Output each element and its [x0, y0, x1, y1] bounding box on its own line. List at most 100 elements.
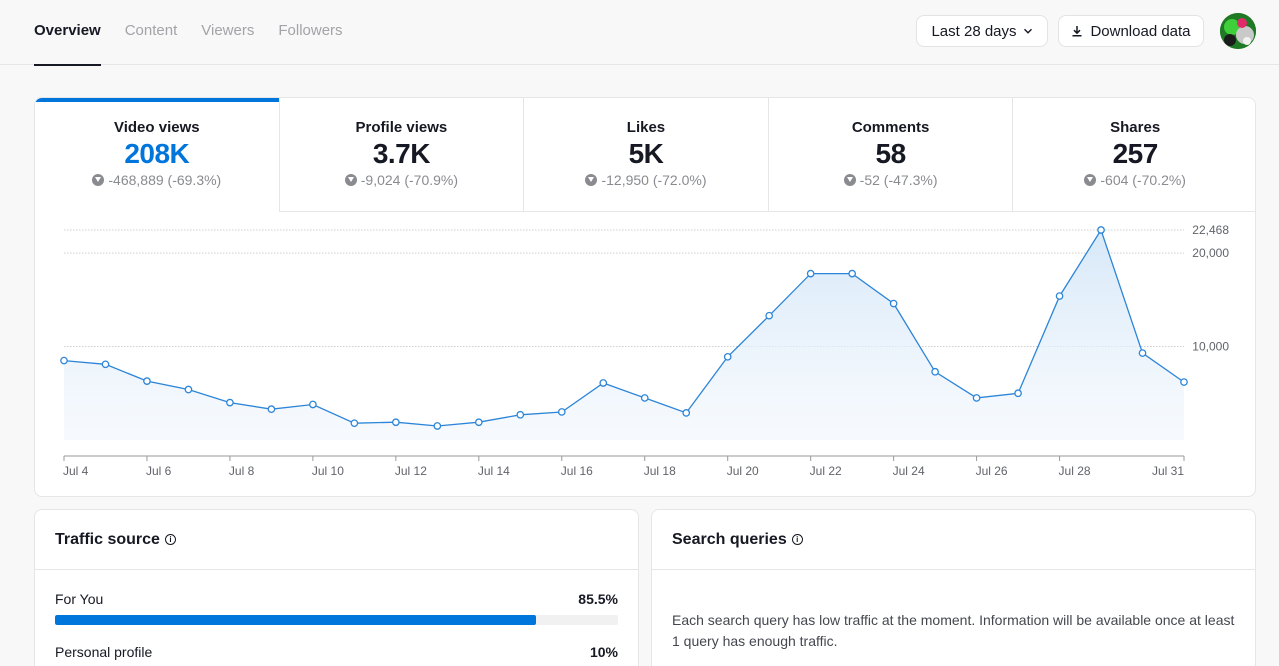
data-point [392, 418, 400, 427]
search-queries-card: Search queries i Each search query has l… [651, 509, 1256, 666]
data-point [433, 422, 442, 430]
x-tick-label: Jul 24 [893, 464, 925, 478]
metric-label: Profile views [355, 119, 448, 136]
download-icon [1072, 26, 1082, 37]
traffic-source-title: Traffic source [55, 530, 160, 548]
data-point [143, 377, 151, 385]
arrow-down-circle-icon [843, 174, 856, 186]
tab-viewers[interactable]: Viewers [201, 0, 254, 65]
tab-followers[interactable]: Followers [278, 0, 342, 65]
info-icon[interactable]: i [791, 534, 803, 545]
analytics-tabs: Overview Content Viewers Followers [34, 0, 367, 66]
x-tick-label: Jul 20 [727, 464, 759, 478]
metric-comments[interactable]: Comments 58 -52 (-47.3%) [767, 98, 1013, 212]
metric-change: -468,889 (-69.3%) [92, 172, 221, 188]
date-range-dropdown[interactable]: Last 28 days [916, 15, 1048, 47]
x-tick-label: Jul 28 [1059, 464, 1091, 478]
metric-label: Likes [626, 119, 666, 136]
metric-value: 257 [1112, 138, 1159, 169]
arrow-down-circle-icon [1084, 174, 1097, 186]
metric-shares[interactable]: Shares 257 -604 (-70.2%) [1012, 98, 1255, 212]
data-point [1138, 349, 1147, 357]
data-point [267, 405, 276, 414]
metric-value: 58 [875, 138, 907, 169]
traffic-bar-fill [55, 615, 537, 625]
data-point [350, 419, 359, 428]
data-point [765, 311, 774, 320]
data-point [226, 398, 234, 407]
data-point [931, 367, 939, 376]
traffic-bar-track [55, 615, 618, 625]
x-tick-label: Jul 8 [229, 464, 255, 478]
metric-change-text: -9,024 (-70.9%) [360, 172, 459, 188]
traffic-value: 85.5% [578, 591, 618, 607]
data-point [101, 360, 110, 369]
x-tick-label: Jul 6 [146, 464, 172, 478]
arrow-down-circle-icon [344, 174, 357, 186]
x-tick-label: Jul 31 [1152, 464, 1184, 478]
metric-change: -12,950 (-72.0%) [585, 172, 707, 188]
traffic-row-personal-profile: Personal profile 10% [55, 644, 618, 666]
y-tick-label: 20,000 [1192, 246, 1229, 260]
data-point [723, 352, 732, 361]
data-point [1097, 226, 1105, 234]
metric-value: 208K [124, 138, 190, 169]
metric-change-text: -12,950 (-72.0%) [601, 172, 707, 188]
metric-label: Video views [113, 119, 200, 136]
x-tick-label: Jul 18 [644, 464, 676, 478]
avatar-image-icon [1220, 13, 1256, 49]
data-point [1180, 378, 1188, 386]
download-data-label: Download data [1090, 22, 1191, 40]
video-views-chart[interactable]: 10,000 20,000 22,468 Jul 4 Jul 6 Jul 8 Jul 10 J… [35, 213, 1256, 497]
y-tick-label: 22,468 [1192, 223, 1229, 237]
metric-likes[interactable]: Likes 5K -12,950 (-72.0%) [523, 98, 768, 212]
tab-content[interactable]: Content [125, 0, 178, 65]
data-point [516, 410, 525, 419]
data-point [682, 409, 691, 417]
data-point [972, 394, 981, 402]
data-point [184, 385, 193, 394]
data-point [640, 394, 649, 402]
metric-value: 5K [628, 138, 664, 169]
arrow-down-circle-icon [92, 174, 105, 186]
info-icon[interactable]: i [164, 534, 176, 545]
x-tick-label: Jul 4 [63, 464, 89, 478]
download-data-button[interactable]: Download data [1058, 15, 1204, 47]
search-queries-message: Each search query has low traffic at the… [672, 612, 1235, 649]
x-tick-label: Jul 26 [976, 464, 1008, 478]
x-tick-label: Jul 14 [478, 464, 510, 478]
search-queries-header: Search queries i [652, 510, 1255, 570]
data-point [309, 400, 317, 409]
data-point [1014, 389, 1022, 398]
overview-card: Video views 208K -468,889 (-69.3%) Profi… [34, 97, 1256, 497]
search-queries-title: Search queries [672, 530, 787, 548]
traffic-label: Personal profile [55, 644, 153, 660]
metric-video-views[interactable]: Video views 208K -468,889 (-69.3%) [35, 98, 279, 213]
metric-change-text: -604 (-70.2%) [1100, 172, 1186, 188]
metric-label: Comments [851, 119, 930, 136]
x-tick-label: Jul 10 [312, 464, 344, 478]
traffic-label: For You [55, 591, 104, 607]
metric-change: -604 (-70.2%) [1084, 172, 1186, 188]
y-tick-label: 10,000 [1192, 340, 1229, 354]
x-tick-label: Jul 16 [561, 464, 593, 478]
x-tick-label: Jul 12 [395, 464, 427, 478]
metric-profile-views[interactable]: Profile views 3.7K -9,024 (-70.9%) [278, 98, 524, 212]
metric-tabs: Video views 208K -468,889 (-69.3%) Profi… [35, 98, 1255, 213]
data-point [1055, 292, 1064, 300]
x-tick-label: Jul 22 [810, 464, 842, 478]
avatar[interactable] [1220, 13, 1256, 49]
tab-overview[interactable]: Overview [34, 0, 101, 66]
traffic-source-header: Traffic source i [35, 510, 638, 570]
traffic-value: 10% [589, 644, 618, 660]
date-range-label: Last 28 days [931, 22, 1017, 40]
chevron-down-icon [1023, 28, 1032, 34]
data-point [474, 418, 483, 427]
metric-change-text: -468,889 (-69.3%) [108, 172, 222, 188]
top-bar: Overview Content Viewers Followers Last … [0, 0, 1279, 66]
metric-change-text: -52 (-47.3%) [859, 172, 938, 188]
metric-change: -9,024 (-70.9%) [344, 172, 459, 188]
data-point [848, 269, 856, 278]
data-point [599, 379, 608, 387]
arrow-down-circle-icon [585, 174, 598, 186]
